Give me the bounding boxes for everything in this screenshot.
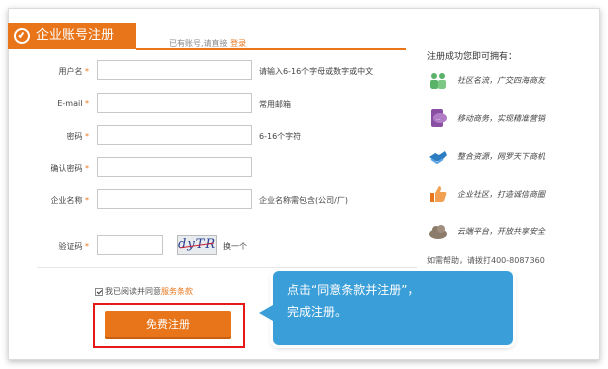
company-name-label: 企业名称 *: [50, 196, 89, 205]
company-name-input[interactable]: [97, 189, 252, 209]
registration-panel: 企业账号注册 已有账号,请直接 登录 用户名 * 请输入6-16个字母或数字或中…: [8, 8, 600, 360]
agree-terms: 我已阅读并同意 服务条款: [95, 286, 193, 297]
captcha-image[interactable]: dyTR: [177, 235, 217, 255]
email-tip: 常用邮箱: [259, 100, 291, 109]
benefit-text: 云端平台，开放共享安全: [457, 226, 545, 236]
captcha-refresh-link[interactable]: 换一个: [223, 241, 247, 252]
password-input[interactable]: [97, 125, 252, 145]
benefit-item: ... 移动商务，实现精准营销: [427, 107, 545, 129]
thumbs-up-icon: [430, 186, 447, 202]
community-icon: [430, 73, 446, 89]
company-name-tip: 企业名称需包含(公司/厂): [259, 196, 348, 205]
captcha-input[interactable]: [97, 235, 163, 255]
mobile-business-icon: ...: [431, 109, 447, 127]
benefit-item: 整合资源，网罗天下商机: [427, 145, 545, 167]
divider: [37, 267, 417, 268]
callout-line-1: 点击“同意条款并注册”，: [287, 283, 420, 297]
benefit-text: 社区名流，广交四海商友: [457, 75, 545, 85]
check-circle-icon: [14, 28, 30, 44]
username-input[interactable]: [97, 60, 252, 80]
tab-enterprise-register[interactable]: 企业账号注册: [8, 23, 136, 49]
login-hint: 已有账号,请直接 登录: [169, 38, 246, 49]
agree-text: 我已阅读并同意: [105, 287, 161, 296]
login-hint-text: 已有账号,请直接: [169, 39, 228, 48]
captcha-label: 验证码 *: [58, 242, 89, 251]
benefit-text: 整合资源，网罗天下商机: [457, 151, 545, 161]
instruction-callout: 点击“同意条款并注册”， 完成注册。: [259, 271, 513, 345]
email-label: E-mail *: [57, 99, 89, 108]
benefit-text: 企业社区，打造诚信商圈: [457, 189, 545, 199]
tab-label: 企业账号注册: [36, 28, 115, 43]
benefit-item: 云端平台，开放共享安全: [427, 220, 545, 242]
benefit-text: 移动商务，实现精准营销: [457, 113, 545, 123]
confirm-password-input[interactable]: [97, 157, 252, 177]
password-tip: 6-16个字符: [259, 132, 302, 141]
svg-text:...: ...: [436, 116, 441, 122]
agree-checkbox[interactable]: [95, 287, 103, 296]
login-link[interactable]: 登录: [230, 39, 246, 48]
benefit-item: 社区名流，广交四海商友: [427, 69, 545, 91]
benefit-item: 企业社区，打造诚信商圈: [427, 183, 545, 205]
cloud-icon: [429, 225, 447, 239]
password-label: 密码 *: [66, 132, 89, 141]
free-register-button[interactable]: 免费注册: [105, 311, 231, 339]
shake-hands-icon: [429, 151, 447, 165]
confirm-password-label: 确认密码 *: [50, 164, 89, 173]
email-input[interactable]: [97, 93, 252, 113]
help-hotline: 如需帮助，请拨打400-8087360: [427, 256, 545, 265]
terms-link[interactable]: 服务条款: [161, 286, 193, 297]
username-tip: 请输入6-16个字母或数字或中文: [259, 67, 374, 76]
username-label: 用户名 *: [58, 67, 89, 76]
callout-line-2: 完成注册。: [287, 305, 348, 319]
callout-pointer: [259, 305, 273, 321]
benefits-title: 注册成功您即可拥有：: [427, 52, 518, 62]
